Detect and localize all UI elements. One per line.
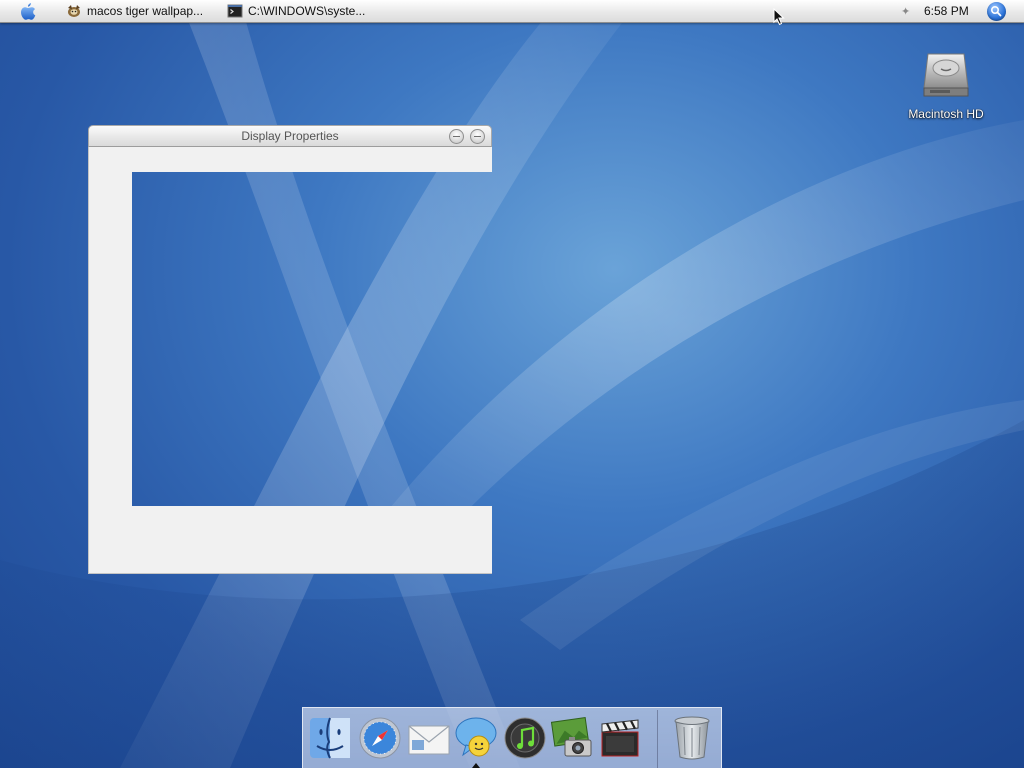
- dock-item-trash[interactable]: [669, 715, 715, 761]
- minimize-button[interactable]: [449, 129, 464, 144]
- window-panel-left: [88, 172, 132, 506]
- dock-item-safari[interactable]: [357, 715, 403, 761]
- taskbar-item-label: C:\WINDOWS\syste...: [248, 4, 366, 18]
- dock-item-mail[interactable]: [406, 715, 452, 761]
- dock-separator: [657, 710, 658, 768]
- finder-icon: [310, 717, 350, 759]
- desktop-icon-label: Macintosh HD: [908, 107, 984, 121]
- dock-item-iphoto[interactable]: [549, 715, 595, 761]
- taskbar-item-command-prompt[interactable]: C:\WINDOWS\syste...: [227, 0, 365, 22]
- window-panel-top: [88, 147, 492, 172]
- apple-icon: [21, 2, 36, 20]
- display-properties-window: Display Properties: [88, 125, 492, 574]
- safari-icon: [359, 717, 401, 759]
- dock-item-itunes[interactable]: [502, 715, 548, 761]
- imovie-icon: [601, 719, 639, 757]
- spotlight-button[interactable]: [985, 0, 1007, 22]
- trash-icon: [674, 716, 710, 760]
- running-indicator-icon: [472, 763, 480, 768]
- dock: [302, 707, 722, 768]
- ichat-icon: [455, 717, 497, 757]
- dock-item-imovie[interactable]: [597, 715, 643, 761]
- window-title-bar[interactable]: Display Properties: [88, 125, 492, 147]
- taskbar-item-browser[interactable]: macos tiger wallpap...: [66, 0, 203, 22]
- spotlight-icon: [986, 1, 1006, 21]
- mouse-cursor-icon: [773, 8, 785, 26]
- menu-bar: macos tiger wallpap... C:\WINDOWS\syste.…: [0, 0, 1024, 23]
- command-prompt-icon: [227, 4, 243, 18]
- desktop-icon-macintosh-hd[interactable]: Macintosh HD: [904, 48, 988, 121]
- apple-menu-button[interactable]: [17, 0, 39, 22]
- menu-clock[interactable]: 6:58 PM: [924, 0, 969, 22]
- dock-item-ichat[interactable]: [454, 715, 500, 761]
- mail-icon: [408, 725, 450, 755]
- taskbar-item-label: macos tiger wallpap...: [87, 4, 204, 18]
- window-title: Display Properties: [241, 129, 339, 143]
- window-panel-bottom: [88, 506, 492, 574]
- menu-extra-icon[interactable]: ✦: [901, 0, 910, 22]
- browser-icon: [68, 5, 80, 17]
- dock-item-finder[interactable]: [307, 715, 353, 761]
- iphoto-icon: [550, 717, 592, 757]
- itunes-icon: [504, 717, 546, 759]
- zoom-button[interactable]: [470, 129, 485, 144]
- hard-drive-icon: [923, 53, 969, 97]
